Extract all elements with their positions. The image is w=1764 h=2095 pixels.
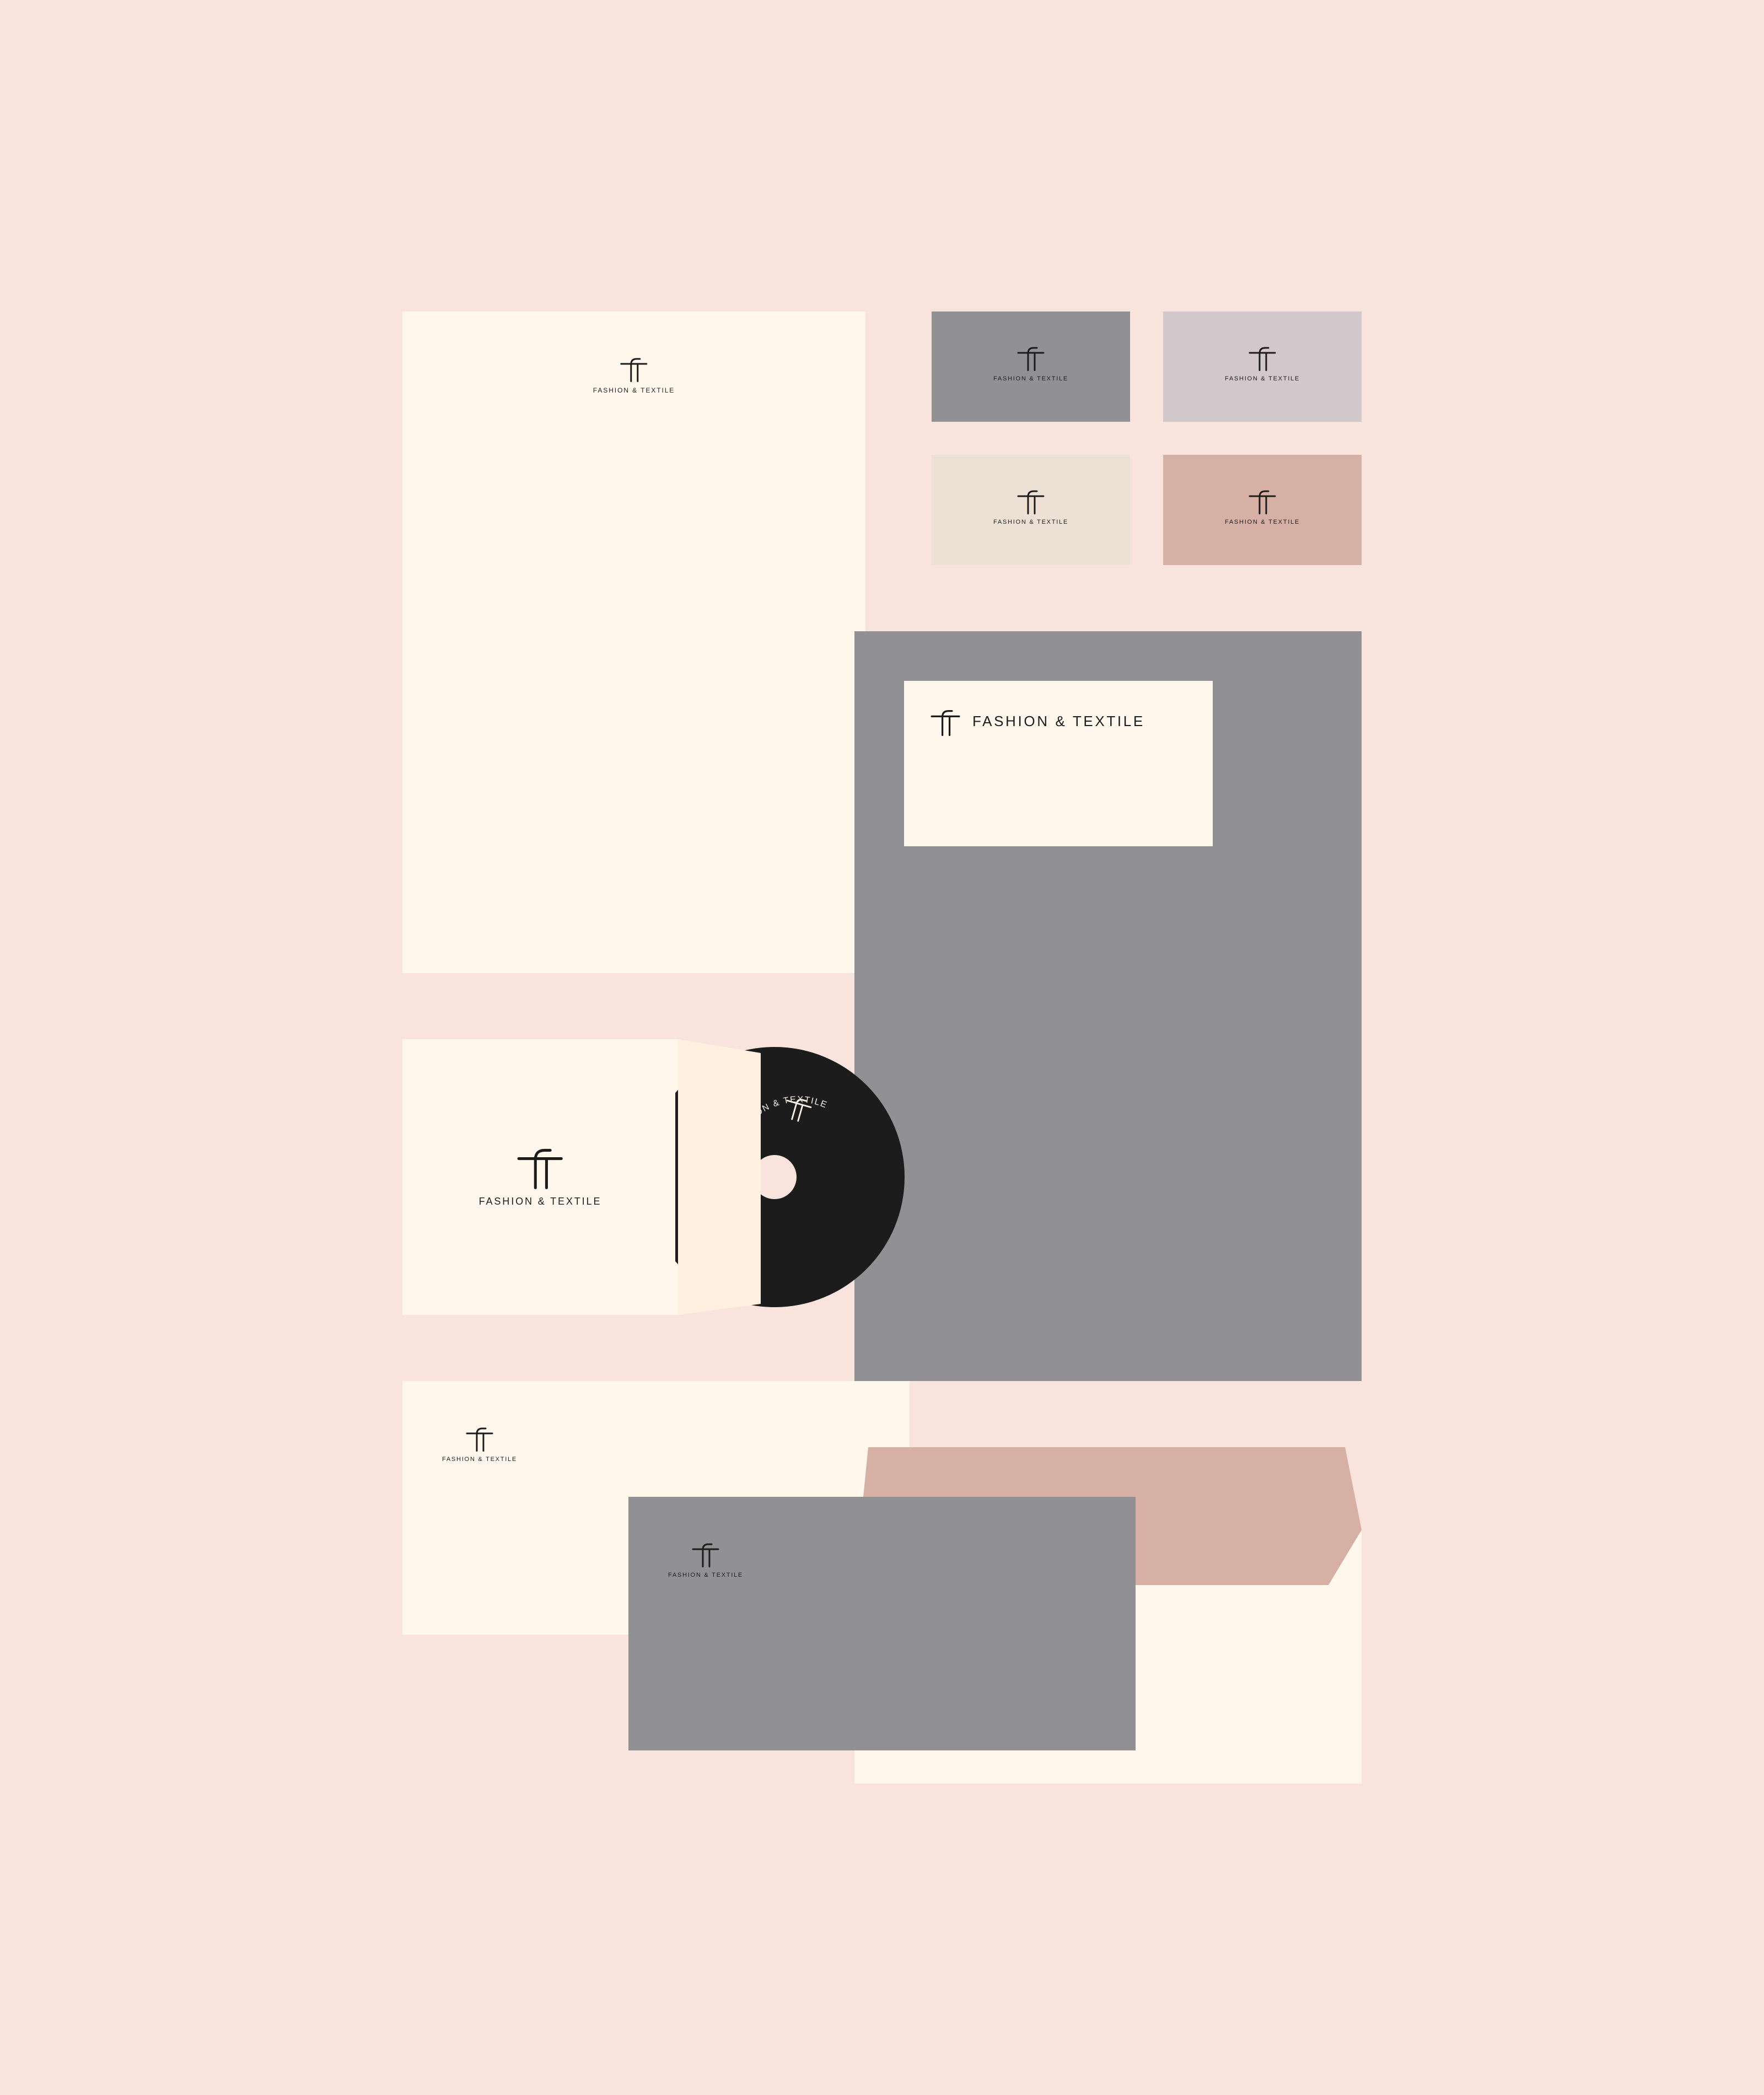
business-card-wordmark: FASHION & TEXTILE	[993, 519, 1069, 525]
business-card-lilac: FASHION & TEXTILE	[1163, 311, 1362, 422]
ft-monogram-icon	[1017, 343, 1045, 371]
ft-monogram-icon	[931, 706, 960, 736]
letterhead-lockup: FASHION & TEXTILE	[593, 354, 675, 394]
envelope-gray-lockup: FASHION & TEXTILE	[668, 1540, 743, 1578]
envelope-cream-lockup: FASHION & TEXTILE	[442, 1424, 517, 1463]
ft-monogram-icon	[620, 354, 648, 382]
folder-wordmark: FASHION & TEXTILE	[972, 712, 1145, 729]
cd-sleeve-lockup: FASHION & TEXTILE	[479, 1143, 602, 1207]
envelope-gray: FASHION & TEXTILE	[628, 1497, 1136, 1750]
cd-sleeve: FASHION & TEXTILE	[402, 1039, 681, 1315]
business-card-lockup: FASHION & TEXTILE	[993, 343, 1068, 382]
cd-sleeve-pocket	[678, 1039, 761, 1315]
ft-monogram-icon	[517, 1143, 563, 1189]
business-card-lockup: FASHION & TEXTILE	[1225, 487, 1300, 525]
folder-lockup: FASHION & TEXTILE	[931, 706, 1145, 736]
business-card-gray: FASHION & TEXTILE	[932, 311, 1130, 422]
ft-monogram-icon	[466, 1424, 493, 1452]
business-card-lockup: FASHION & TEXTILE	[1225, 343, 1300, 382]
presentation-folder: FASHION & TEXTILE	[854, 631, 1362, 1381]
cd-sleeve-wordmark: FASHION & TEXTILE	[478, 1196, 602, 1207]
business-card-beige: FASHION & TEXTILE	[932, 455, 1130, 565]
ft-monogram-icon	[1249, 343, 1276, 371]
ft-monogram-icon	[1249, 487, 1276, 514]
letterhead-wordmark: FASHION & TEXTILE	[593, 386, 675, 394]
business-card-rose: FASHION & TEXTILE	[1163, 455, 1362, 565]
folder-label: FASHION & TEXTILE	[904, 681, 1213, 846]
business-card-wordmark: FASHION & TEXTILE	[1224, 375, 1300, 382]
ft-monogram-icon	[692, 1540, 719, 1567]
business-card-wordmark: FASHION & TEXTILE	[1224, 519, 1300, 525]
business-card-wordmark: FASHION & TEXTILE	[993, 375, 1069, 382]
envelope-gray-wordmark: FASHION & TEXTILE	[668, 1572, 744, 1578]
ft-monogram-icon	[1017, 487, 1045, 514]
letterhead: FASHION & TEXTILE	[402, 311, 865, 973]
business-card-lockup: FASHION & TEXTILE	[993, 487, 1068, 525]
envelope-cream-wordmark: FASHION & TEXTILE	[442, 1456, 518, 1463]
cd-disc-group: FASHION & TEXTILE	[675, 1039, 905, 1315]
